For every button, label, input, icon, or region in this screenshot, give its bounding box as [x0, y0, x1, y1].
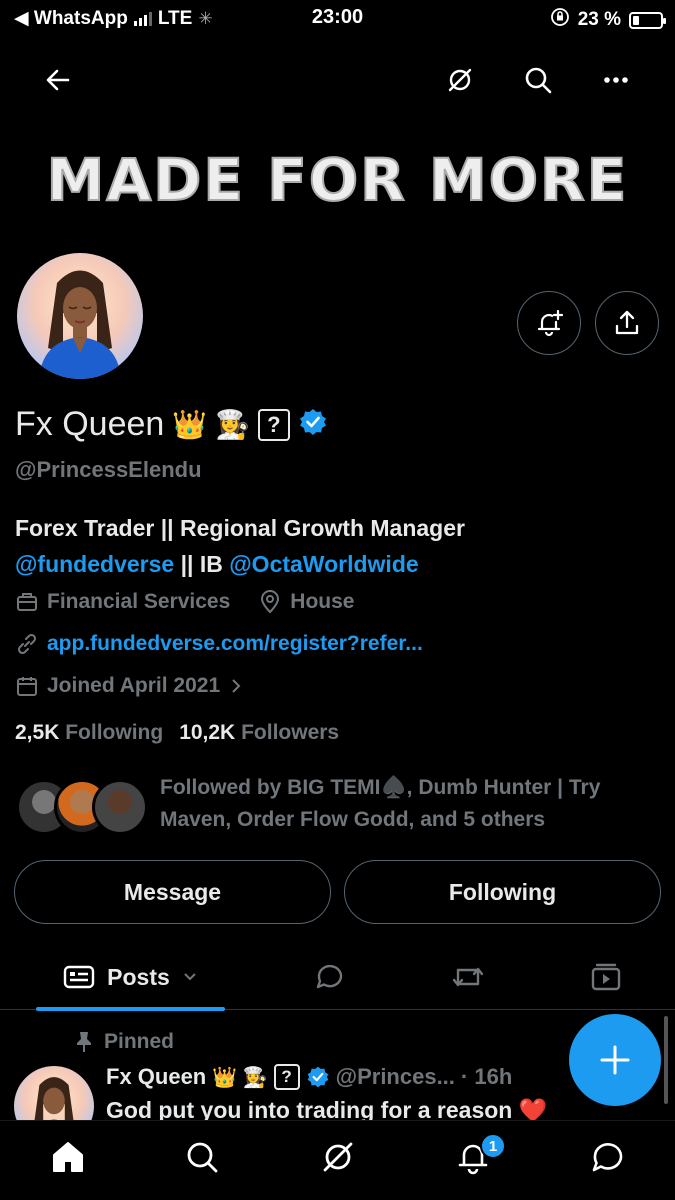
share-button[interactable] [595, 291, 659, 355]
tab-reposts[interactable] [438, 944, 498, 1010]
search-icon [525, 67, 552, 94]
followers-label: Followers [241, 721, 340, 744]
profile-avatar[interactable] [14, 250, 146, 382]
active-tab-indicator [36, 1007, 225, 1011]
bell-plus-icon [537, 309, 564, 337]
post-time: · 16h [460, 1064, 513, 1089]
profile-meta-category-location: Financial Services House [15, 590, 354, 614]
tab-replies[interactable] [300, 944, 360, 1010]
post-header: Fx Queen 👑 👩‍🍳 ? @Princes... · 16h [106, 1064, 512, 1090]
name-emojis: 👑 👩‍🍳 [172, 409, 250, 440]
profile-tabs: Posts [0, 944, 675, 1011]
plus-icon [600, 1045, 630, 1075]
location-pin-icon [261, 590, 280, 614]
profile-meta-joined[interactable]: Joined April 2021 [15, 674, 244, 698]
chevron-down-icon [184, 973, 196, 981]
profile-handle: @PrincessElendu [15, 457, 202, 482]
profile-website-link[interactable]: app.fundedverse.com/register?refer... [47, 632, 423, 656]
media-icon [591, 963, 621, 991]
post-unknown-glyph: ? [273, 1064, 300, 1090]
following-label: Following [65, 721, 164, 744]
message-button[interactable]: Message [14, 860, 331, 924]
profile-bio: Forex Trader || Regional Growth Manager … [15, 510, 465, 582]
more-button[interactable] [596, 60, 636, 100]
profile-joined: Joined April 2021 [47, 674, 221, 697]
scrollbar[interactable] [664, 1016, 668, 1104]
home-icon [53, 1142, 83, 1172]
chevron-right-icon [232, 679, 241, 693]
grok-icon [323, 1142, 353, 1172]
post-author-emojis: 👑 👩‍🍳 [212, 1066, 268, 1089]
mutual-avatar-3 [92, 779, 148, 835]
following-count: 2,5K [15, 721, 60, 744]
pin-icon [77, 1032, 91, 1052]
profile-meta-website: app.fundedverse.com/register?refer... [15, 632, 423, 656]
battery-icon [629, 11, 666, 29]
messages-icon [592, 1143, 623, 1172]
more-icon [604, 77, 628, 83]
bio-line-2: @fundedverse || IB @OctaWorldwide [15, 546, 465, 582]
follow-counts: 2,5K Following 10,2K Followers [15, 721, 339, 745]
battery-percent: 23 % [577, 9, 621, 30]
nav-grok[interactable] [316, 1135, 360, 1179]
link-icon [17, 633, 37, 655]
briefcase-icon [17, 593, 37, 611]
pinned-indicator: Pinned [74, 1030, 174, 1054]
mention-octaworldwide[interactable]: @OctaWorldwide [229, 551, 418, 577]
tab-posts-label: Posts [107, 963, 170, 990]
orientation-lock-icon [550, 7, 570, 33]
repost-icon [452, 967, 484, 987]
profile-banner[interactable]: MADE FOR MORE [0, 130, 675, 230]
nav-home[interactable] [46, 1135, 90, 1179]
verified-badge-icon[interactable] [298, 407, 328, 442]
grok-icon [448, 68, 472, 92]
followers-count-link[interactable]: 10,2K Followers [179, 721, 339, 745]
search-button[interactable] [518, 60, 558, 100]
back-button[interactable] [38, 60, 78, 100]
nav-search[interactable] [180, 1135, 224, 1179]
reply-icon [316, 964, 343, 989]
mutual-follower-avatars[interactable] [16, 779, 148, 835]
following-button[interactable]: Following [344, 860, 661, 924]
bio-line-1: Forex Trader || Regional Growth Manager [15, 515, 465, 541]
tab-posts[interactable]: Posts [36, 944, 225, 1011]
nav-messages[interactable] [586, 1135, 630, 1179]
calendar-icon [17, 677, 37, 696]
followed-by-text[interactable]: Followed by BIG TEMI♠️, Dumb Hunter | Tr… [160, 772, 660, 836]
display-name: Fx Queen [15, 405, 165, 443]
following-count-link[interactable]: 2,5K Following [15, 721, 163, 745]
profile-location: House [290, 590, 355, 613]
search-icon [187, 1142, 218, 1173]
posts-icon [63, 965, 95, 989]
bio-separator: || IB [174, 551, 230, 577]
back-arrow-icon [46, 69, 70, 91]
compose-button[interactable] [569, 1014, 661, 1106]
grok-button[interactable] [440, 60, 480, 100]
notifications-badge: 1 [480, 1133, 506, 1159]
bottom-navigation: 1 [0, 1120, 675, 1200]
share-icon [615, 310, 639, 335]
followers-count: 10,2K [179, 721, 236, 744]
mention-fundedverse[interactable]: @fundedverse [15, 551, 174, 577]
profile-category: Financial Services [47, 590, 231, 613]
post-author[interactable]: Fx Queen [106, 1064, 206, 1090]
pinned-label: Pinned [104, 1030, 175, 1053]
unknown-glyph: ? [257, 408, 290, 441]
status-bar: ◀ WhatsApp LTE ✳ 23:00 23 % [0, 0, 675, 36]
tab-media[interactable] [576, 944, 636, 1010]
banner-text: MADE FOR MORE [46, 145, 629, 215]
profile-name-row: Fx Queen 👑 👩‍🍳 ? [15, 405, 328, 444]
post-handle: @Princes... [335, 1064, 455, 1089]
notify-button[interactable] [517, 291, 581, 355]
post-verified-badge-icon [307, 1066, 329, 1088]
